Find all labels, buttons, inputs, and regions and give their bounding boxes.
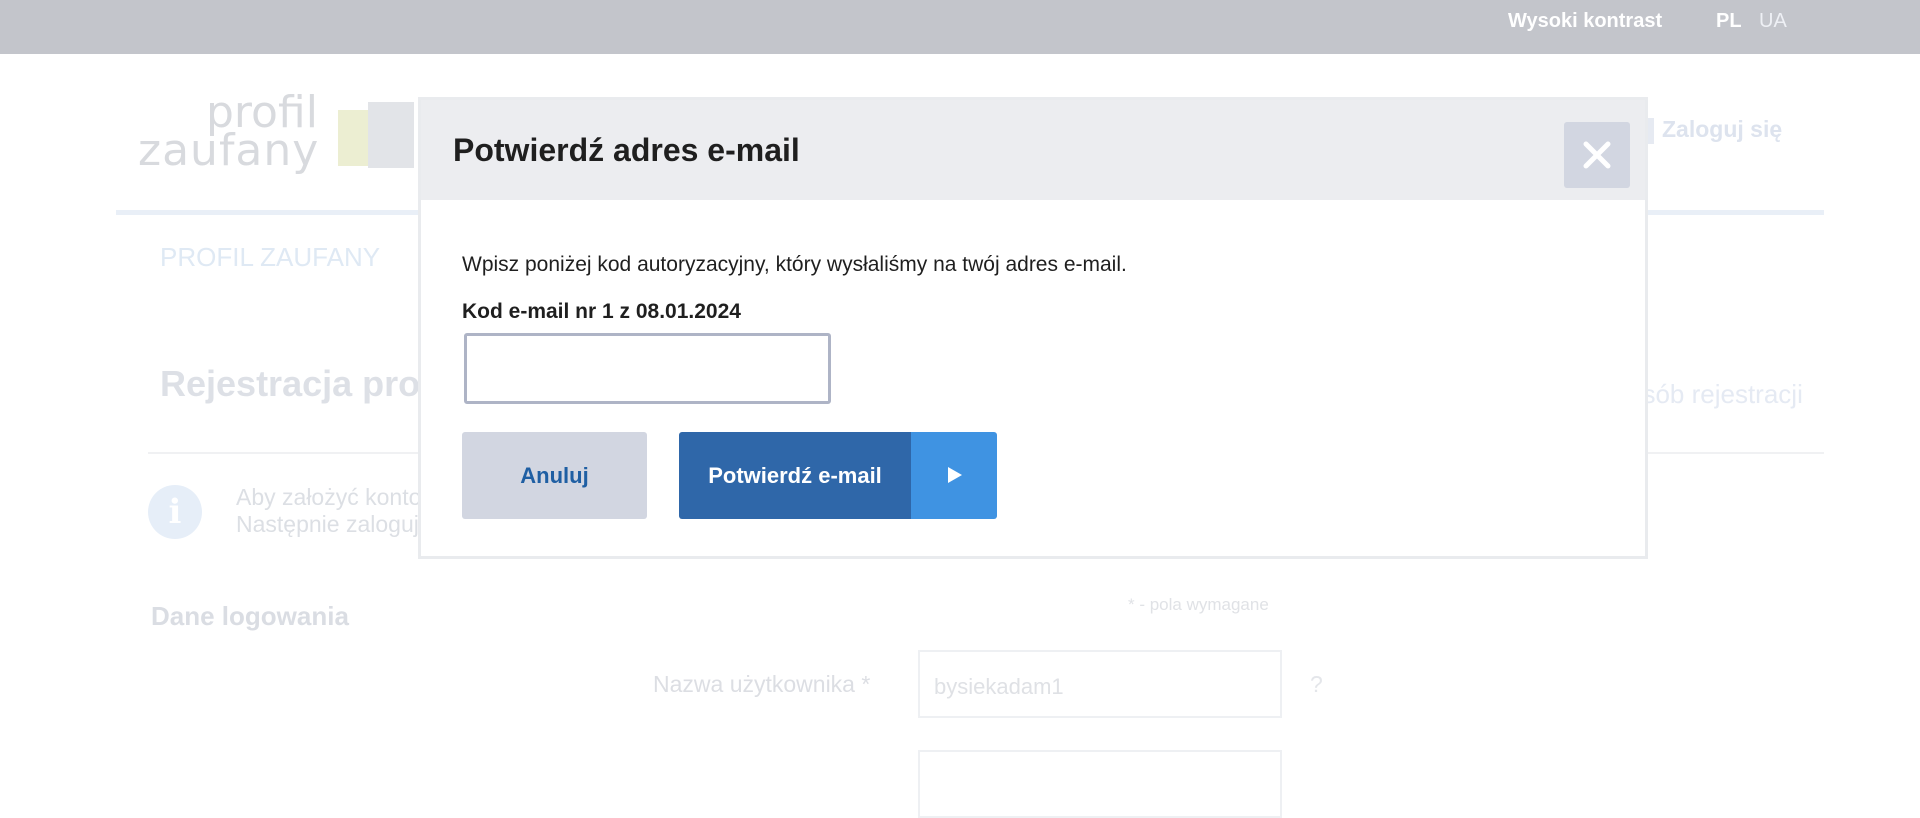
required-fields-note: * - pola wymagane [1128,595,1269,614]
close-button[interactable] [1564,122,1630,188]
nav-item-profil-zaufany[interactable]: PROFIL ZAUFANY [160,242,380,273]
info-text: Aby założyć konto Następnie zaloguj [236,484,421,538]
dialog-title: Potwierdź adres e-mail [453,132,800,168]
username-input[interactable]: bysiekadam1 [918,650,1282,718]
confirm-email-label: Potwierdź e-mail [679,432,911,519]
info-icon: i [148,485,202,539]
profil-zaufany-logo: profil zaufany [138,91,368,192]
username-help-icon[interactable]: ? [1310,671,1323,698]
login-link[interactable]: Zaloguj się [1638,116,1782,144]
close-icon [1583,141,1611,169]
play-arrow-icon [911,432,997,519]
dialog-description: Wpisz poniżej kod autoryzacyjny, który w… [462,253,1127,276]
cancel-button[interactable]: Anuluj [462,432,647,519]
confirm-email-button[interactable]: Potwierdź e-mail [679,432,997,519]
username-label: Nazwa użytkownika * [653,671,871,697]
info-text-line-2: Następnie zaloguj [236,511,419,537]
language-ua-link[interactable]: UA [1759,10,1787,33]
logo-mark-icon [338,102,418,168]
email-code-input[interactable] [464,333,831,404]
next-field-input[interactable] [918,750,1282,818]
login-label: Zaloguj się [1662,116,1783,142]
language-pl-link[interactable]: PL [1716,10,1742,33]
page-title: Rejestracja prof [160,363,433,404]
logo-line-2: zaufany [138,125,320,176]
info-text-line-1: Aby założyć konto [236,484,422,510]
top-utility-bar: Wysoki kontrast PL UA [0,0,1920,54]
other-registration-link[interactable]: osób rejestracji [1628,379,1803,410]
email-code-label: Kod e-mail nr 1 z 08.01.2024 [462,300,741,323]
section-title-login-data: Dane logowania [151,601,349,631]
high-contrast-link[interactable]: Wysoki kontrast [1508,10,1662,33]
dialog-header: Potwierdź adres e-mail [421,100,1645,200]
confirm-email-dialog: Potwierdź adres e-mail Wpisz poniżej kod… [418,97,1648,559]
